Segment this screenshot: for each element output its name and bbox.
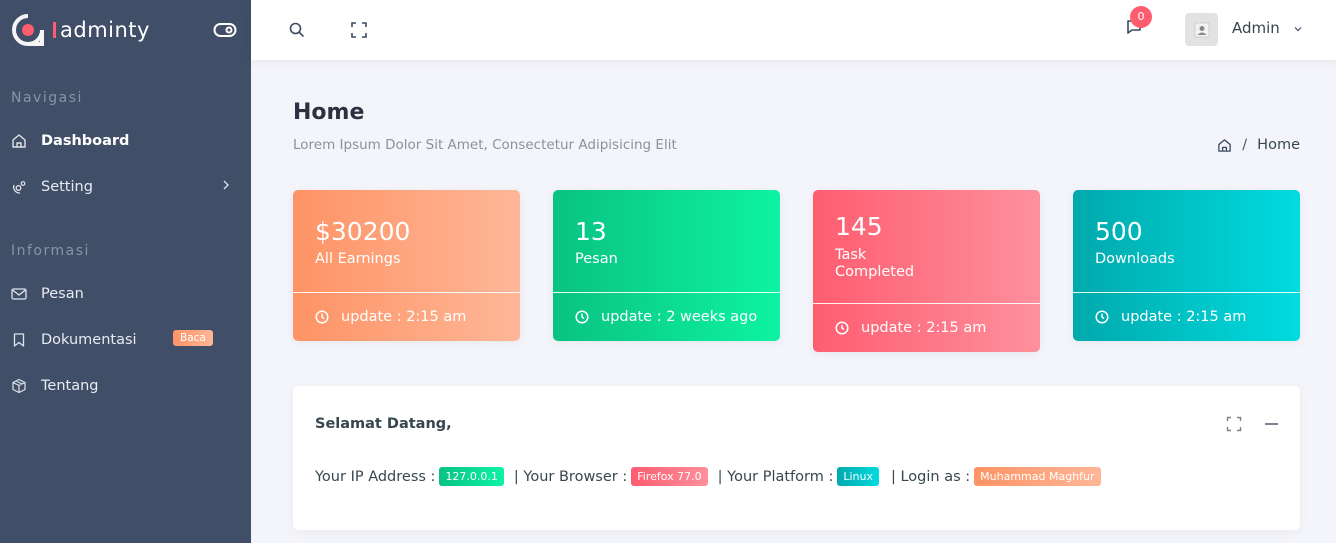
browser-label: | Your Browser : — [513, 468, 628, 485]
sidebar-item-setting[interactable]: Setting — [0, 164, 251, 210]
stat-label: All Earnings — [315, 251, 401, 267]
minimize-icon[interactable] — [1265, 423, 1278, 425]
clock-icon — [1095, 310, 1109, 324]
browser-badge: Firefox 77.0 — [631, 467, 708, 486]
sidebar-item-pesan[interactable]: Pesan — [0, 271, 251, 317]
expand-icon[interactable] — [1226, 416, 1242, 432]
bookmark-icon — [11, 332, 27, 348]
sidebar-item-label: Pesan — [41, 286, 84, 302]
stat-update: update : 2:15 am — [341, 309, 467, 325]
sidebar-item-label: Dokumentasi — [41, 332, 137, 348]
home-icon — [11, 133, 27, 149]
breadcrumb: / Home — [1217, 137, 1300, 153]
stat-update: update : 2:15 am — [1121, 309, 1247, 325]
stat-card-pesan: 13 Pesan update : 2 weeks ago — [553, 190, 780, 341]
stat-card-earnings: $30200 All Earnings update : 2:15 am — [293, 190, 520, 341]
platform-label: | Your Platform : — [717, 468, 834, 485]
stat-value: $30200 — [315, 217, 411, 246]
sidebar-item-tentang[interactable]: Tentang — [0, 363, 251, 409]
search-icon[interactable] — [288, 21, 306, 39]
ip-badge: 127.0.0.1 — [439, 467, 504, 486]
panel-title: Selamat Datang, — [315, 416, 452, 432]
chevron-right-icon — [223, 180, 229, 190]
box-icon — [11, 378, 27, 394]
badge-baca: Baca — [173, 330, 213, 346]
sidebar-item-dashboard[interactable]: Dashboard — [0, 118, 251, 164]
user-name[interactable]: Admin — [1232, 19, 1280, 37]
system-info: Your IP Address : 127.0.0.1 | Your Brows… — [315, 467, 1101, 486]
stat-label-line: Completed — [835, 264, 915, 280]
page-title: Home — [293, 100, 365, 125]
stat-label: Task Completed — [813, 242, 1040, 281]
home-icon[interactable] — [1217, 138, 1232, 153]
stat-value: 13 — [575, 217, 607, 246]
sidebar-item-label: Tentang — [41, 378, 99, 394]
stat-value: 500 — [1095, 217, 1143, 246]
fullscreen-icon[interactable] — [350, 21, 368, 39]
stat-label-line: Task — [835, 247, 867, 263]
stat-card-downloads: 500 Downloads update : 2:15 am — [1073, 190, 1300, 341]
settings-icon — [11, 179, 27, 195]
breadcrumb-separator: / — [1242, 137, 1248, 153]
page-subtitle: Lorem Ipsum Dolor Sit Amet, Consectetur … — [293, 137, 677, 153]
login-label: | Login as : — [890, 468, 971, 485]
sidebar-toggle-icon[interactable] — [213, 22, 237, 38]
platform-badge: Linux — [837, 467, 879, 486]
top-header: 0 Admin — [251, 0, 1336, 60]
notification-badge: 0 — [1130, 6, 1152, 28]
stat-value: 145 — [835, 212, 883, 241]
brand-logo-icon — [12, 14, 44, 46]
clock-icon — [835, 321, 849, 335]
avatar[interactable] — [1185, 13, 1218, 46]
stat-label: Pesan — [575, 251, 618, 267]
login-badge: Muhammad Maghfur — [974, 467, 1101, 486]
sidebar: adminty Navigasi Dashboard Setting Infor… — [0, 0, 251, 543]
stat-card-tasks: 145 Task Completed update : 2:15 am — [813, 190, 1040, 352]
sidebar-item-label: Dashboard — [41, 133, 130, 149]
sidebar-item-label: Setting — [41, 179, 93, 195]
brand: adminty — [0, 0, 251, 60]
clock-icon — [575, 310, 589, 324]
chevron-down-icon[interactable] — [1293, 25, 1303, 33]
welcome-panel: Selamat Datang, Your IP Address : 127.0.… — [293, 386, 1300, 530]
stat-update: update : 2 weeks ago — [601, 309, 758, 325]
breadcrumb-item[interactable]: Home — [1257, 137, 1300, 153]
nav-caption-navigasi: Navigasi — [11, 90, 83, 106]
stat-update: update : 2:15 am — [861, 320, 987, 336]
sidebar-item-dokumentasi[interactable]: Dokumentasi Baca — [0, 317, 251, 363]
clock-icon — [315, 310, 329, 324]
user-icon — [1194, 22, 1209, 37]
brand-divider — [53, 22, 56, 38]
stat-label: Downloads — [1095, 251, 1175, 267]
mail-icon — [11, 286, 27, 302]
ip-label: Your IP Address : — [315, 468, 436, 485]
brand-name: adminty — [60, 18, 150, 42]
nav-caption-informasi: Informasi — [11, 243, 90, 259]
